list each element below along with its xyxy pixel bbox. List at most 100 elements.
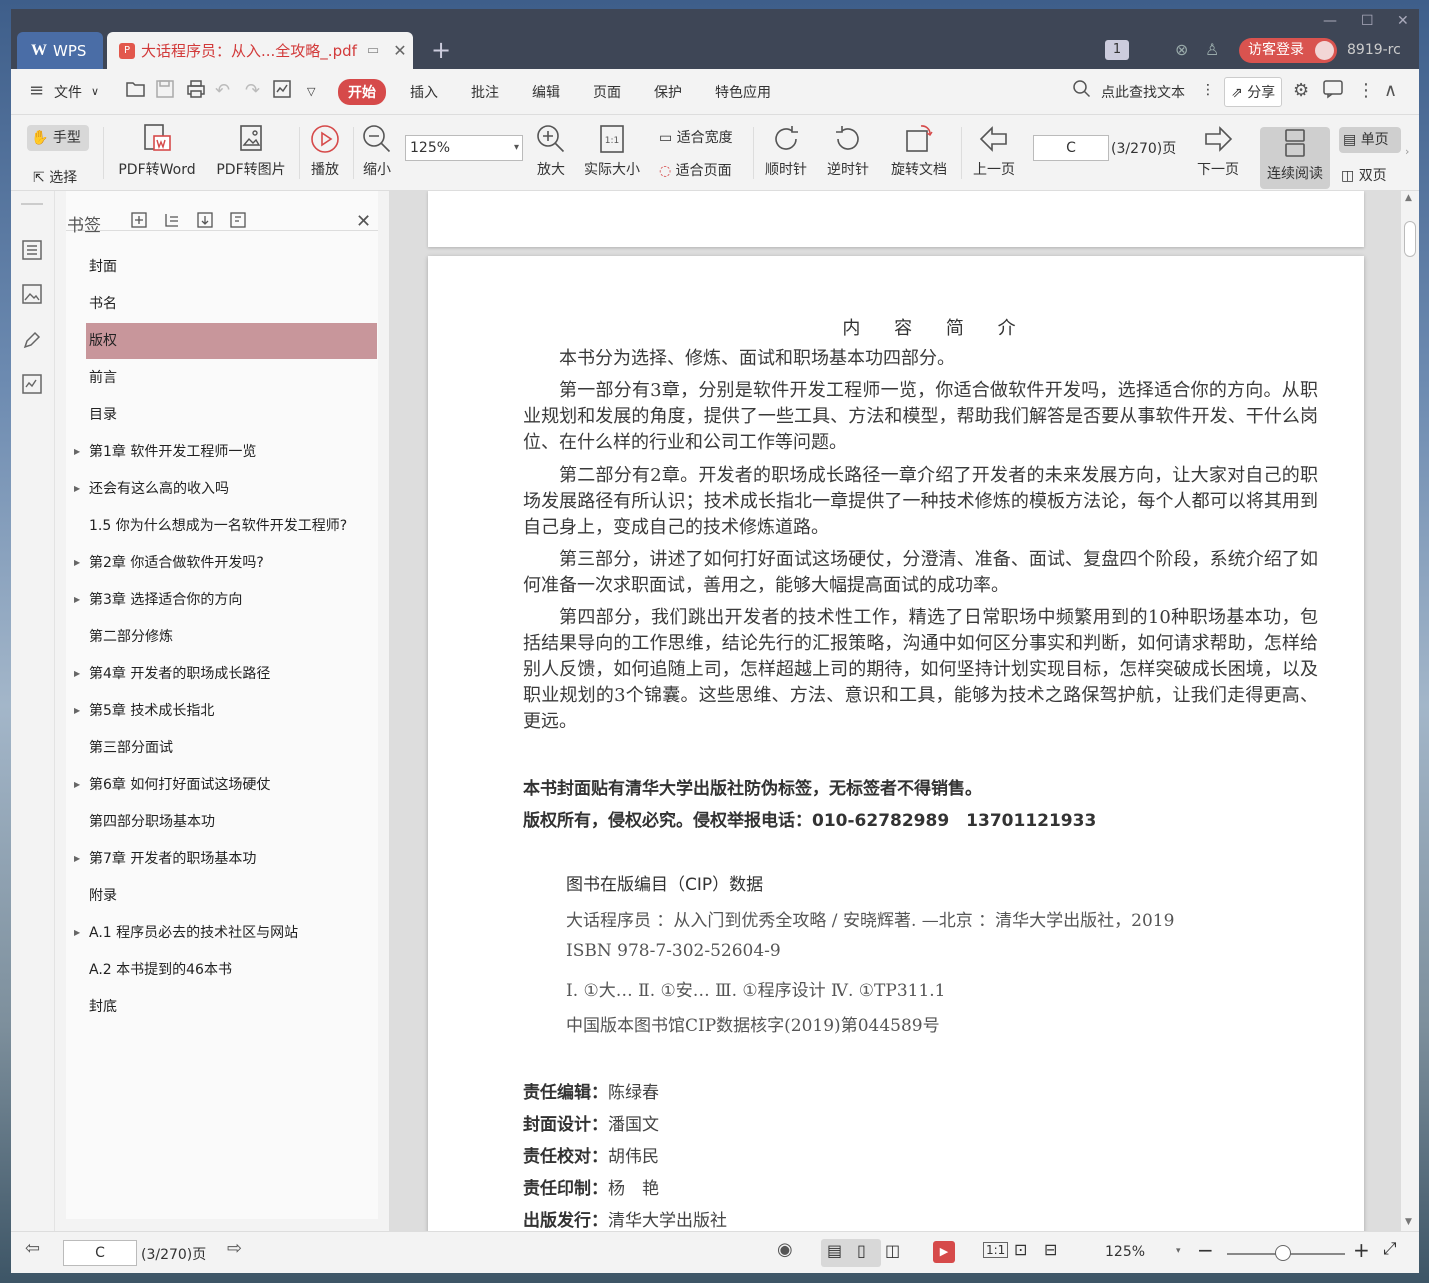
chevron-down-icon[interactable]: ∨	[91, 85, 99, 98]
minimize-icon[interactable]: —	[1323, 13, 1337, 29]
fit-width-button[interactable]: ▭ 适合宽度	[659, 127, 733, 147]
expand-arrow-icon[interactable]: ▶	[74, 767, 80, 803]
tab-insert[interactable]: 插入	[410, 82, 438, 102]
share-button[interactable]: ⇗ 分享	[1224, 77, 1283, 107]
skin-icon[interactable]: ♙	[1205, 40, 1219, 59]
tab-start[interactable]: 开始	[338, 79, 386, 105]
bookmark-item[interactable]: ▶ 第2章 你适合做软件开发吗?	[74, 545, 377, 581]
bookmark-item[interactable]: 目录	[86, 397, 377, 433]
bookmark-item[interactable]: 版权	[86, 323, 377, 359]
fullscreen-icon[interactable]: ⤢	[1383, 1239, 1397, 1259]
expand-arrow-icon[interactable]: ▶	[74, 693, 80, 729]
tab-special[interactable]: 特色应用	[715, 82, 771, 102]
zoom-plus-icon[interactable]: +	[1353, 1238, 1370, 1262]
play-button[interactable]: 播放	[307, 123, 343, 179]
bookmark-item[interactable]: ▶ 第6章 如何打好面试这场硬仗	[74, 767, 377, 803]
tab-edit[interactable]: 编辑	[532, 82, 560, 102]
actual-size-icon[interactable]: 1:1	[983, 1242, 1009, 1258]
sync-icon[interactable]: ⊗	[1175, 40, 1188, 59]
eye-protection-icon[interactable]: ◉	[777, 1239, 793, 1260]
status-page-input[interactable]: C	[63, 1240, 137, 1266]
zoom-slider-knob[interactable]	[1275, 1245, 1291, 1261]
hamburger-menu-icon[interactable]: ≡	[29, 80, 44, 101]
page-number-input[interactable]: C	[1033, 135, 1109, 161]
redo-icon[interactable]: ↷	[245, 80, 260, 101]
status-prev-page-icon[interactable]: ⇦	[25, 1238, 40, 1259]
comment-icon[interactable]	[1323, 80, 1343, 103]
expand-arrow-icon[interactable]: ▶	[74, 841, 80, 877]
annotation-icon[interactable]	[21, 329, 43, 351]
status-next-page-icon[interactable]: ⇨	[227, 1238, 242, 1259]
more-dropdown-icon[interactable]: ▽	[307, 85, 315, 98]
continuous-view-icon[interactable]: ▤	[827, 1241, 842, 1260]
thumbnail-icon[interactable]	[21, 283, 43, 305]
scrollbar-thumb[interactable]	[1404, 221, 1416, 257]
search-icon[interactable]	[1073, 80, 1091, 103]
bookmark-item[interactable]: ▶ 第7章 开发者的职场基本功	[74, 841, 377, 877]
ribbon-scroll-right-icon[interactable]: ›	[1405, 145, 1409, 158]
signature-icon[interactable]	[21, 373, 43, 395]
double-page-button[interactable]: ◫ 双页	[1341, 165, 1387, 185]
bookmark-item[interactable]: 封底	[86, 989, 377, 1025]
bookmark-item[interactable]: 前言	[86, 360, 377, 396]
bookmark-item[interactable]: A.2 本书提到的46本书	[86, 952, 377, 988]
scroll-up-icon[interactable]: ▲	[1405, 193, 1412, 203]
rotate-clockwise-button[interactable]: 顺时针	[761, 123, 811, 179]
zoom-dropdown-icon[interactable]: ▾	[1176, 1246, 1181, 1256]
bookmark-item[interactable]: ▶ 还会有这么高的收入吗	[74, 471, 377, 507]
tab-annotate[interactable]: 批注	[471, 82, 499, 102]
maximize-icon[interactable]: ☐	[1361, 13, 1374, 29]
zoom-in-button[interactable]: 放大	[533, 123, 569, 179]
previous-page-button[interactable]: 上一页	[969, 123, 1019, 179]
rotate-counterclockwise-button[interactable]: 逆时针	[823, 123, 873, 179]
login-button[interactable]: 访客登录	[1239, 38, 1337, 63]
bookmark-item[interactable]: 第三部分面试	[86, 730, 377, 766]
bookmark-item[interactable]: ▶ 第1章 软件开发工程师一览	[74, 434, 377, 470]
bookmark-item[interactable]: 1.5 你为什么想成为一名软件开发工程师?	[86, 508, 377, 544]
zoom-select[interactable]: 125% ▾	[405, 135, 523, 161]
bookmark-item[interactable]: 第四部分职场基本功	[86, 804, 377, 840]
fit-width-icon[interactable]: ⊟	[1044, 1240, 1057, 1259]
pdf-to-image-button[interactable]: PDF转图片	[213, 123, 289, 179]
new-tab-button[interactable]: +	[431, 36, 451, 64]
add-child-bookmark-icon[interactable]	[163, 211, 181, 229]
scroll-down-icon[interactable]: ▼	[1405, 1217, 1412, 1227]
expand-arrow-icon[interactable]: ▶	[74, 545, 80, 581]
tab-page[interactable]: 页面	[593, 82, 621, 102]
zoom-out-button[interactable]: 缩小	[359, 123, 395, 179]
save-icon[interactable]	[156, 80, 174, 103]
expand-arrow-icon[interactable]: ▶	[74, 915, 80, 951]
close-window-icon[interactable]: ✕	[1397, 13, 1409, 29]
document-viewport[interactable]: 内 容 简 介 本书分为选择、修炼、面试和职场基本功四部分。 第一部分有3章，分…	[389, 191, 1401, 1231]
document-tab[interactable]: P 大话程序员：从入...全攻略_.pdf ▭ ✕	[107, 32, 413, 69]
sign-icon[interactable]	[273, 80, 291, 103]
window-count-badge[interactable]: 1	[1105, 40, 1129, 60]
expand-arrow-icon[interactable]: ▶	[74, 471, 80, 507]
undo-icon[interactable]: ↶	[215, 80, 230, 101]
double-view-icon[interactable]: ◫	[885, 1241, 900, 1260]
expand-arrow-icon[interactable]: ▶	[74, 582, 80, 618]
next-page-button[interactable]: 下一页	[1193, 123, 1243, 179]
pdf-to-word-button[interactable]: PDF转Word	[113, 123, 201, 179]
expand-arrow-icon[interactable]: ▶	[74, 434, 80, 470]
bookmark-settings-icon[interactable]	[229, 211, 247, 229]
more-vertical-icon[interactable]: ⋮	[1201, 82, 1215, 98]
slideshow-play-icon[interactable]: ▶	[933, 1241, 955, 1263]
file-menu[interactable]: 文件	[54, 82, 82, 102]
zoom-minus-icon[interactable]: −	[1197, 1238, 1214, 1262]
print-icon[interactable]	[186, 80, 206, 103]
bookmark-item[interactable]: 附录	[86, 878, 377, 914]
single-page-button[interactable]: ▤ 单页	[1339, 127, 1401, 153]
close-tab-icon[interactable]: ✕	[393, 41, 406, 60]
continuous-read-button[interactable]: 连续阅读	[1260, 127, 1330, 189]
tab-protect[interactable]: 保护	[654, 82, 682, 102]
expand-bookmarks-icon[interactable]	[196, 211, 214, 229]
bookmark-item[interactable]: ▶ 第4章 开发者的职场成长路径	[74, 656, 377, 692]
vertical-scrollbar[interactable]: ▲ ▼	[1401, 191, 1419, 1231]
kebab-menu-icon[interactable]: ⋮	[1357, 80, 1375, 101]
bookmark-item[interactable]: 封面	[86, 249, 377, 285]
bookmark-list-icon[interactable]	[21, 239, 43, 261]
fit-page-button[interactable]: ◌ 适合页面	[659, 160, 732, 180]
add-bookmark-icon[interactable]	[130, 211, 148, 229]
expand-arrow-icon[interactable]: ▶	[74, 656, 80, 692]
